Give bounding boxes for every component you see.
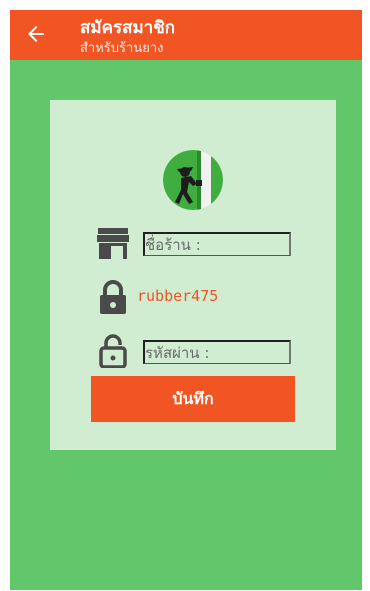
username-value[interactable]: rubber475 [137, 287, 218, 305]
form-card: rubber475 บันทึก [50, 100, 336, 450]
store-icon [97, 228, 129, 259]
shop-name-input[interactable] [143, 232, 291, 256]
app-screen: สมัครสมาชิก สำหรับร้านยาง ชื่อร้าน: rub… [10, 10, 362, 590]
app-bar: สมัครสมาชิก สำหรับร้านยาง [10, 10, 362, 60]
unlock-icon [99, 334, 127, 368]
password-row [97, 334, 293, 372]
lock-icon [100, 280, 126, 314]
save-button[interactable]: บันทึก [91, 376, 295, 422]
page-subtitle: สำหรับร้านยาง [80, 41, 164, 56]
rubber-tapper-logo-icon [163, 150, 223, 210]
shop-name-row [97, 226, 293, 264]
password-input[interactable] [143, 340, 291, 364]
arrow-left-icon[interactable] [24, 22, 48, 46]
username-row: rubber475 [97, 280, 293, 318]
